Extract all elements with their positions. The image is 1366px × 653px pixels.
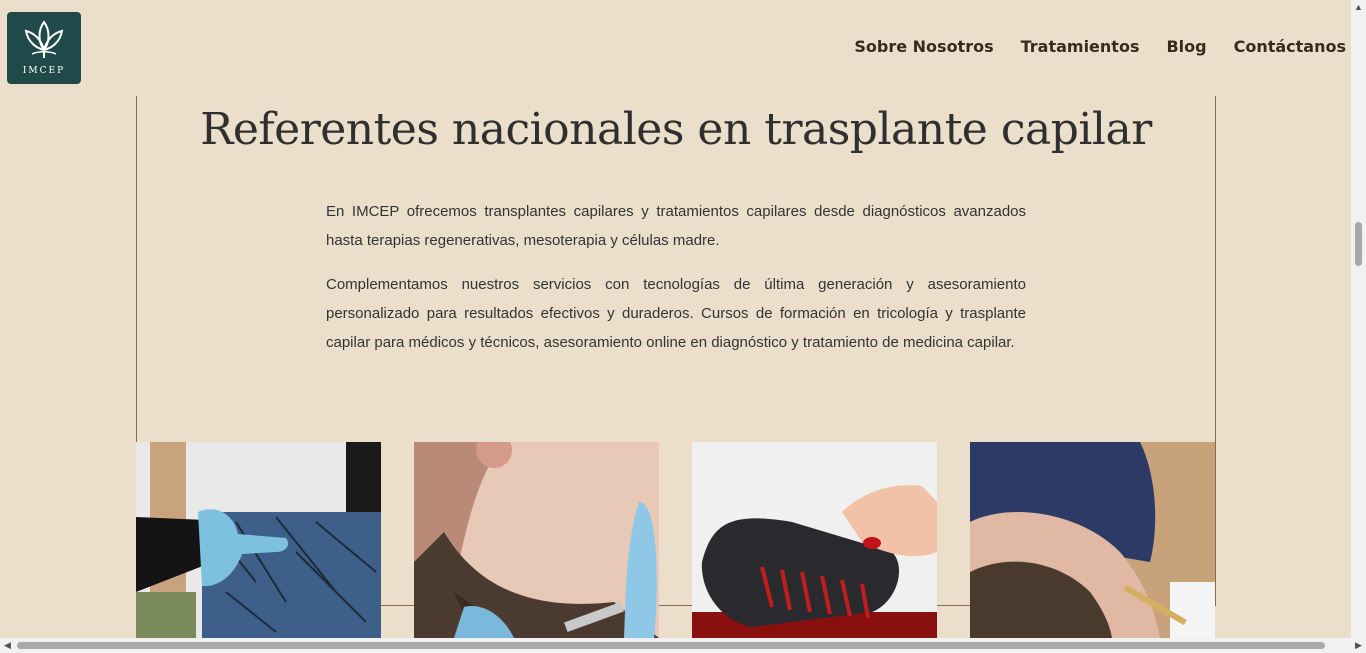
nav-contactanos[interactable]: Contáctanos bbox=[1234, 37, 1346, 56]
divider-line bbox=[937, 605, 970, 606]
horizontal-scrollbar[interactable]: ◀ ▶ bbox=[0, 638, 1366, 653]
divider-line bbox=[659, 605, 692, 606]
photo-laser-therapy bbox=[692, 442, 937, 638]
leaf-logo-icon bbox=[24, 20, 64, 58]
site-header: IMCEP Sobre Nosotros Tratamientos Blog C… bbox=[0, 0, 1351, 96]
main-nav: Sobre Nosotros Tratamientos Blog Contáct… bbox=[854, 37, 1346, 56]
scroll-up-arrow-icon[interactable]: ▲ bbox=[1351, 0, 1366, 15]
vertical-scrollbar[interactable]: ▲ bbox=[1351, 0, 1366, 638]
nav-sobre-nosotros[interactable]: Sobre Nosotros bbox=[854, 37, 993, 56]
scroll-left-arrow-icon[interactable]: ◀ bbox=[0, 638, 15, 653]
nav-blog[interactable]: Blog bbox=[1166, 37, 1206, 56]
nav-tratamientos[interactable]: Tratamientos bbox=[1021, 37, 1140, 56]
vertical-scrollbar-thumb[interactable] bbox=[1355, 222, 1362, 266]
photo-scalp-injection bbox=[970, 442, 1215, 638]
intro-paragraph-1: En IMCEP ofrecemos transplantes capilare… bbox=[326, 203, 1026, 249]
intro-paragraph-2: Complementamos nuestros servicios con te… bbox=[326, 276, 1026, 351]
page-title: Referentes nacionales en trasplante capi… bbox=[200, 104, 1152, 155]
imcep-logo[interactable]: IMCEP bbox=[7, 12, 81, 84]
photo-scalp-diagnosis bbox=[136, 442, 381, 638]
logo-text: IMCEP bbox=[22, 66, 66, 76]
intro-text: En IMCEP ofrecemos transplantes capilare… bbox=[326, 197, 1026, 372]
divider-line bbox=[381, 605, 414, 606]
frame-line-right bbox=[1215, 96, 1216, 606]
horizontal-scrollbar-thumb[interactable] bbox=[17, 642, 1325, 649]
photo-beard-treatment bbox=[414, 442, 659, 638]
scroll-right-arrow-icon[interactable]: ▶ bbox=[1351, 638, 1366, 653]
